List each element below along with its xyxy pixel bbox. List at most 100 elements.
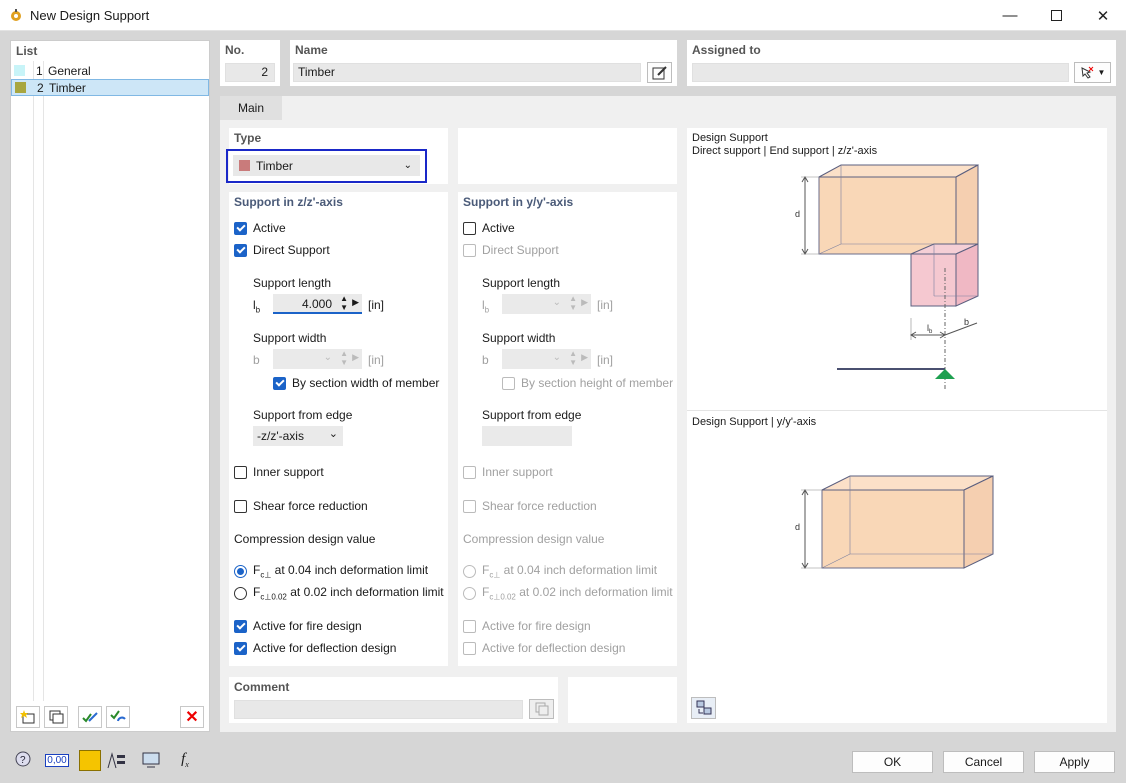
z-from-edge-dropdown[interactable]: -z/z'-axis ⌄ [253, 426, 343, 446]
comment-field[interactable] [234, 700, 523, 719]
y-lb-symbol: lb [482, 298, 490, 315]
z-support-length-input[interactable]: 4.000 ▲ ▼ ▶ [273, 294, 362, 314]
delete-item-button[interactable]: ✕ [180, 706, 204, 728]
check-all-icon [82, 712, 98, 723]
copy-icon [535, 702, 548, 716]
z-width-unit: [in] [368, 353, 385, 367]
renumber-button[interactable] [106, 706, 130, 728]
name-label: Name [295, 43, 328, 57]
minimize-button[interactable]: — [987, 0, 1033, 31]
type-color-swatch [239, 160, 250, 171]
name-panel: Name Timber [290, 40, 677, 86]
comment-library-button[interactable] [529, 699, 554, 719]
assigned-field[interactable] [692, 63, 1069, 82]
chevron-down-icon: ⌄ [403, 160, 412, 171]
new-item-button[interactable] [16, 706, 40, 728]
select-objects-button[interactable]: ▼ [1074, 62, 1111, 83]
y-deflection-design-checkbox[interactable] [463, 641, 476, 655]
chevron-down-icon: ⌄ [552, 297, 561, 308]
chevron-down-icon: ▼ [1097, 68, 1106, 77]
maximize-button[interactable] [1033, 0, 1079, 31]
copy-item-button[interactable] [44, 706, 68, 728]
z-option-002-radio[interactable] [234, 586, 247, 600]
tab-main[interactable]: Main [220, 96, 282, 120]
y-shear-reduction-checkbox[interactable] [463, 499, 476, 513]
y-inner-support-checkbox[interactable] [463, 465, 476, 479]
monitor-icon [142, 752, 160, 768]
z-compression-label: Compression design value [234, 532, 376, 546]
y-compression-label: Compression design value [463, 532, 605, 546]
units-button[interactable]: 0,00 [45, 749, 69, 771]
y-length-unit: [in] [597, 298, 614, 312]
y-from-edge-label: Support from edge [482, 408, 582, 422]
y-fire-design-checkbox[interactable] [463, 619, 476, 633]
spinner-icon: ▲ ▼ [569, 294, 577, 312]
diagram-options-button[interactable] [691, 697, 716, 719]
search-help-icon: ? [15, 751, 31, 767]
units-icon: 0,00 [45, 753, 69, 767]
view-button[interactable] [139, 749, 163, 771]
close-icon: ✕ [1096, 7, 1110, 25]
z-support-width-input[interactable]: ⌄ ▲ ▼ ▶ [273, 349, 362, 369]
renumber-icon [110, 710, 126, 722]
dim-d-label: d [795, 209, 800, 219]
display-icon [107, 752, 125, 769]
comment-extra-panel [568, 677, 677, 723]
copy-icon [49, 710, 64, 724]
y-from-edge-dropdown[interactable] [482, 426, 572, 446]
z-axis-diagram: d lb b [795, 164, 979, 390]
play-arrow-icon[interactable]: ▶ [352, 297, 359, 308]
apply-button[interactable]: Apply [1034, 751, 1115, 773]
maximize-icon [1050, 10, 1062, 21]
y-by-section-checkbox[interactable] [502, 376, 515, 390]
y-direct-support-checkbox[interactable] [463, 243, 476, 257]
close-button[interactable]: ✕ [1080, 0, 1126, 31]
list-panel: List 1 General 2 Timber ✕ [10, 40, 210, 732]
z-inner-support-checkbox[interactable] [234, 465, 247, 479]
z-shear-reduction-checkbox[interactable] [234, 499, 247, 513]
formula-button[interactable]: fx [173, 749, 197, 771]
z-by-section-checkbox[interactable] [273, 376, 286, 390]
support-triangle-icon [935, 369, 955, 379]
list-item[interactable]: 1 General [11, 62, 209, 79]
dim-lb-label: lb [927, 323, 933, 335]
z-axis-title: Support in z/z'-axis [234, 195, 343, 209]
type-panel: Type Timber ⌄ [226, 128, 448, 184]
name-field[interactable]: Timber [293, 63, 641, 82]
ok-button[interactable]: OK [852, 751, 933, 773]
y-support-width-input[interactable]: ⌄ ▲ ▼ ▶ [502, 349, 591, 369]
z-support-width-label: Support width [253, 331, 327, 345]
color-swatch [14, 65, 25, 76]
z-fire-design-checkbox[interactable] [234, 619, 247, 633]
play-arrow-icon: ▶ [581, 297, 588, 307]
y-support-length-label: Support length [482, 276, 561, 290]
z-active-checkbox[interactable] [234, 221, 247, 235]
spinner-icon[interactable]: ▲ ▼ [340, 294, 348, 312]
list-header: List [16, 44, 38, 58]
z-length-unit: [in] [368, 298, 385, 312]
z-option-004-radio[interactable] [234, 564, 247, 578]
color-button[interactable] [79, 750, 101, 771]
check-all-button[interactable] [78, 706, 102, 728]
z-axis-panel: Support in z/z'-axis Active Direct Suppo… [229, 192, 448, 666]
diagram-swap-icon [696, 700, 711, 715]
z-direct-support-checkbox[interactable] [234, 243, 247, 257]
cancel-button[interactable]: Cancel [943, 751, 1024, 773]
z-deflection-design-checkbox[interactable] [234, 641, 247, 655]
help-button[interactable]: ? [11, 749, 35, 771]
y-option-002-radio[interactable] [463, 586, 476, 600]
y-active-checkbox[interactable] [463, 221, 476, 235]
y-axis-panel: Support in y/y'-axis Active Direct Suppo… [458, 192, 677, 666]
app-icon [11, 9, 21, 21]
y-option-004-radio[interactable] [463, 564, 476, 578]
y-b-symbol: b [482, 353, 489, 367]
list-item[interactable]: 2 Timber [11, 79, 209, 96]
y-support-length-input[interactable]: ⌄ ▲ ▼ ▶ [502, 294, 591, 314]
chevron-down-icon: ⌄ [552, 352, 561, 363]
svg-text:?: ? [20, 755, 26, 766]
number-field[interactable]: 2 [225, 63, 275, 82]
display-settings-button[interactable] [104, 749, 128, 771]
type-dropdown[interactable]: Timber ⌄ [233, 155, 420, 176]
edit-name-button[interactable] [647, 62, 672, 83]
diagram1-title: Design Support [692, 132, 768, 144]
